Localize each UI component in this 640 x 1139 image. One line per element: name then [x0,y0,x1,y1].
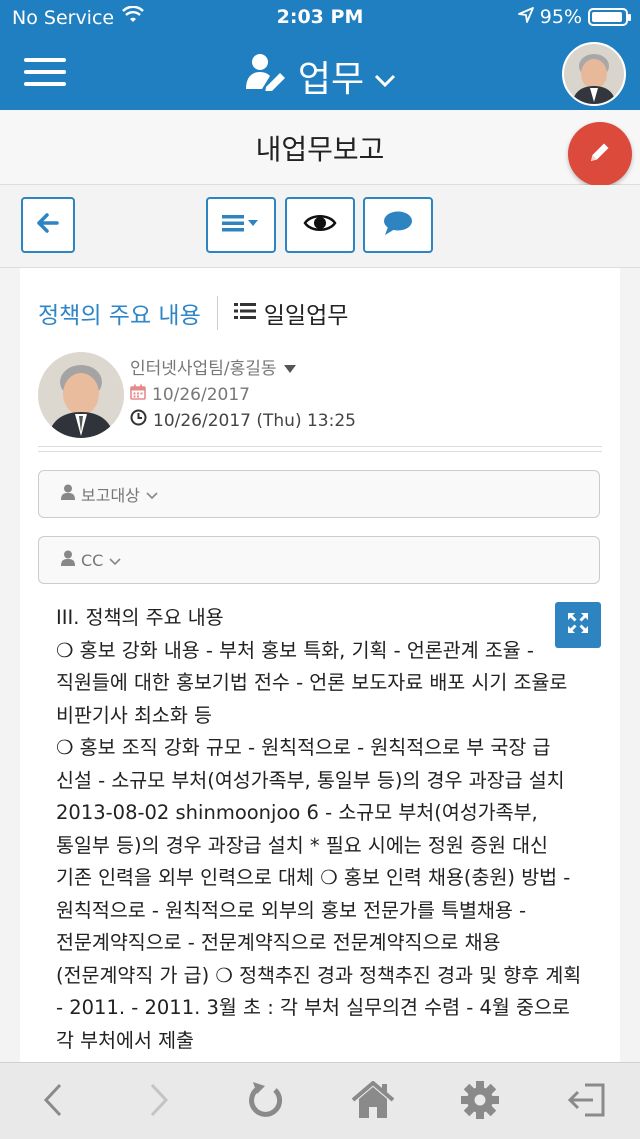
cc-label: CC [81,550,104,570]
report-heading-row: 정책의 주요 내용 일일업무 [38,296,348,330]
action-toolbar [0,185,640,268]
meta-divider [38,446,602,452]
chevron-down-icon [374,56,396,97]
page-title-bar: 내업무보고 [0,110,640,185]
location-arrow-icon [517,6,534,28]
report-date: 10/26/2017 [152,385,250,405]
heading-divider [216,296,218,330]
back-arrow-icon [37,213,59,237]
author-name: 인터넷사업팀/홍길동 [130,359,277,379]
report-category-label: 일일업무 [263,303,349,329]
report-meta: 인터넷사업팀/홍길동 10/26/2017 10/26/2017 (Thu) 1… [130,356,356,434]
caret-down-icon[interactable] [283,356,297,382]
app-header: No Service 2:03 PM 95% 업무 [0,0,640,110]
status-bar: No Service 2:03 PM 95% [0,0,640,36]
battery-icon [588,8,631,26]
fullscreen-button[interactable] [555,602,601,648]
cc-field[interactable]: CC [38,536,600,584]
list-dropdown-icon [220,213,262,237]
chevron-down-icon [109,551,121,570]
home-icon [351,1080,395,1123]
view-readers-button[interactable] [285,197,355,253]
nav-forward-button[interactable] [134,1079,184,1125]
pencil-icon [588,140,612,168]
list-options-button[interactable] [206,197,276,253]
expand-arrows-icon [567,612,589,638]
report-body: III. 정책의 주요 내용 ❍ 홍보 강화 내용 - 부처 홍보 특화, 기획… [56,602,582,1057]
write-report-button[interactable] [568,122,632,186]
logout-icon [567,1082,607,1122]
nav-refresh-button[interactable] [240,1079,290,1125]
back-button[interactable] [21,197,75,253]
clock-icon [130,408,147,434]
profile-avatar[interactable] [562,42,626,106]
battery-percent: 95% [539,6,582,28]
user-icon [61,550,75,570]
module-selector[interactable]: 업무 [0,50,640,102]
body-paragraph: III. 정책의 주요 내용 [56,606,224,629]
browser-bottom-nav [0,1062,640,1139]
body-paragraph: 2013-08-02 shinmoonjoo 6 - 소규모 부처(여성가족부,… [56,801,582,1052]
report-datetime: 10/26/2017 (Thu) 13:25 [153,411,356,431]
eye-icon [303,212,337,238]
nav-home-button[interactable] [348,1079,398,1125]
page-title: 내업무보고 [255,133,385,166]
refresh-icon [245,1080,285,1124]
nav-back-button[interactable] [28,1079,78,1125]
calendar-icon [130,382,146,408]
module-title: 업무 [297,59,365,100]
list-icon [233,300,256,326]
comment-button[interactable] [363,197,433,253]
user-icon [61,484,75,504]
settings-icon [460,1080,500,1124]
back-icon [43,1083,63,1121]
author-avatar [38,352,124,438]
forward-icon [149,1083,169,1121]
report-card: 정책의 주요 내용 일일업무 인터넷사업팀/홍길동 10/26/2017 10/… [20,268,620,1068]
recipients-label: 보고대상 [81,486,140,505]
recipients-field[interactable]: 보고대상 [38,470,600,518]
report-category: 일일업무 [233,296,349,330]
battery-fill [592,12,623,22]
report-heading[interactable]: 정책의 주요 내용 [38,296,201,330]
comment-icon [382,210,414,240]
chevron-down-icon [146,485,158,504]
user-edit-icon [244,53,288,100]
nav-settings-button[interactable] [455,1079,505,1125]
nav-logout-button[interactable] [562,1079,612,1125]
body-paragraph: ❍ 홍보 강화 내용 - 부처 홍보 특화, 기획 - 언론관계 조율 - 직원… [56,638,568,727]
body-paragraph: ❍ 홍보 조직 강화 규모 - 원칙적으로 - 원칙적으로 부 국장 급 신설 … [56,736,565,792]
